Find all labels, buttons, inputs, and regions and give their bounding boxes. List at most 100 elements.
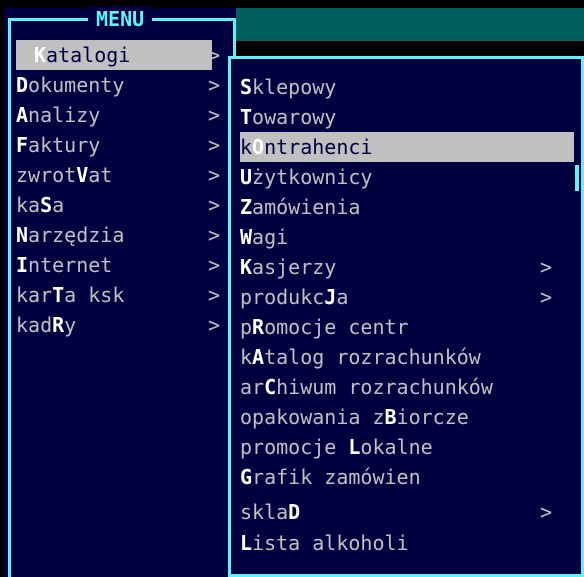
item-prefix: produkc <box>240 285 325 309</box>
hotkey-letter: O <box>252 135 265 159</box>
scroll-indicator[interactable] <box>575 165 579 191</box>
hotkey-letter: A <box>252 345 265 369</box>
item-prefix: ar <box>240 375 265 399</box>
submenu-item[interactable]: kOntrahenci <box>240 132 574 162</box>
main-menu-item[interactable]: Internet > <box>16 250 232 280</box>
hotkey-letter: T <box>52 283 65 307</box>
hotkey-letter: L <box>240 531 253 555</box>
item-suffix: nalizy <box>28 103 101 127</box>
item-suffix: okalne <box>360 435 433 459</box>
submenu-item[interactable]: Grafik zamówien <box>240 462 574 492</box>
submenu-arrow: > <box>208 253 221 277</box>
submenu-item[interactable]: Wagi <box>240 222 574 252</box>
submenu-item[interactable]: kAtalog rozrachunków <box>240 342 574 372</box>
item-prefix: skla <box>240 500 289 524</box>
main-menu-item[interactable]: Katalogi > <box>16 40 220 70</box>
item-prefix: ka <box>16 193 41 217</box>
item-suffix: rafik zamówien <box>252 465 421 489</box>
item-prefix: p <box>240 315 253 339</box>
item-prefix: zwrot <box>16 163 77 187</box>
submenu-item[interactable]: Zamówienia <box>240 192 574 222</box>
item-suffix: owarowy <box>252 105 337 129</box>
hotkey-letter: D <box>16 73 29 97</box>
hotkey-letter: S <box>40 193 53 217</box>
item-suffix: hiwum rozrachunków <box>276 375 493 399</box>
hotkey-letter: I <box>16 253 29 277</box>
submenu-arrow: > <box>208 73 221 97</box>
hotkey-letter: V <box>76 163 89 187</box>
item-suffix: nternet <box>28 253 113 277</box>
item-suffix: y <box>64 313 77 337</box>
submenu-arrow: > <box>540 285 553 309</box>
submenu-item[interactable]: produkcJa > <box>240 282 574 312</box>
hotkey-letter: N <box>16 223 29 247</box>
hotkey-letter: C <box>264 375 277 399</box>
submenu-arrow: > <box>208 43 221 67</box>
item-suffix: klepowy <box>252 75 337 99</box>
hotkey-letter: D <box>288 500 301 524</box>
hotkey-letter: Z <box>240 195 253 219</box>
hotkey-letter: K <box>240 255 253 279</box>
submenu-item[interactable]: Kasjerzy > <box>240 252 574 282</box>
hotkey-letter: W <box>240 225 253 249</box>
hotkey-letter: T <box>240 105 253 129</box>
submenu-arrow: > <box>208 103 221 127</box>
submenu-arrow: > <box>208 283 221 307</box>
submenu-arrow: > <box>540 500 553 524</box>
main-menu-item[interactable]: Faktury > <box>16 130 232 160</box>
item-suffix: amówienia <box>252 195 361 219</box>
item-prefix: promocje <box>240 435 349 459</box>
item-suffix: asjerzy <box>252 255 337 279</box>
item-suffix: aktury <box>28 133 101 157</box>
item-suffix: at <box>88 163 113 187</box>
main-menu-item[interactable]: kaSa > <box>16 190 232 220</box>
header-band <box>236 8 584 41</box>
submenu-item[interactable]: pRomocje centr <box>240 312 574 342</box>
item-suffix: agi <box>252 225 289 249</box>
item-prefix: opakowania z <box>240 405 385 429</box>
main-menu-item[interactable]: Analizy > <box>16 100 232 130</box>
item-suffix: żytkownicy <box>252 165 373 189</box>
main-menu-item[interactable]: Dokumenty > <box>16 70 232 100</box>
submenu-arrow: > <box>208 223 221 247</box>
hotkey-letter: A <box>16 103 29 127</box>
hotkey-letter: G <box>240 465 253 489</box>
item-suffix: ista alkoholi <box>252 531 409 555</box>
item-suffix: omocje centr <box>264 315 409 339</box>
item-prefix: k <box>240 345 253 369</box>
item-suffix: atalogi <box>46 43 131 67</box>
main-menu-item[interactable]: zwrotVat > <box>16 160 232 190</box>
hotkey-letter: J <box>324 285 337 309</box>
submenu-item[interactable]: opakowania zBiorcze <box>240 402 574 432</box>
submenu-arrow: > <box>540 255 553 279</box>
terminal-screen: MENU Katalogi > Dokumenty > Analizy > Faktu… <box>0 0 584 577</box>
submenu-item[interactable]: arChiwum rozrachunków <box>240 372 574 402</box>
main-menu-item[interactable]: karTa ksk > <box>16 280 232 310</box>
item-suffix: iorcze <box>396 405 469 429</box>
hotkey-letter: F <box>16 133 29 157</box>
item-suffix: okumenty <box>28 73 125 97</box>
submenu-item[interactable]: Użytkownicy <box>240 162 574 192</box>
hotkey-letter: K <box>34 43 47 67</box>
submenu-item[interactable]: promocje Lokalne <box>240 432 574 462</box>
item-prefix: k <box>240 135 253 159</box>
submenu-arrow: > <box>208 313 221 337</box>
main-menu-item[interactable]: kadRy > <box>16 310 232 340</box>
hotkey-letter: B <box>384 405 397 429</box>
item-suffix: talog rozrachunków <box>264 345 481 369</box>
item-suffix: ntrahenci <box>264 135 373 159</box>
item-suffix: arzędzia <box>28 223 125 247</box>
submenu-item[interactable]: Lista alkoholi <box>240 528 574 558</box>
item-prefix: kad <box>16 313 53 337</box>
hotkey-letter: R <box>252 315 265 339</box>
main-menu-item[interactable]: Narzędzia > <box>16 220 232 250</box>
item-suffix: a <box>52 193 65 217</box>
menu-title: MENU <box>88 6 153 32</box>
item-suffix: a ksk <box>64 283 125 307</box>
hotkey-letter: U <box>240 165 253 189</box>
submenu-item[interactable]: Towarowy <box>240 102 574 132</box>
hotkey-letter: R <box>52 313 65 337</box>
submenu-item[interactable]: Sklepowy <box>240 72 574 102</box>
item-prefix: kar <box>16 283 53 307</box>
submenu-item[interactable]: sklaD > <box>240 497 574 527</box>
